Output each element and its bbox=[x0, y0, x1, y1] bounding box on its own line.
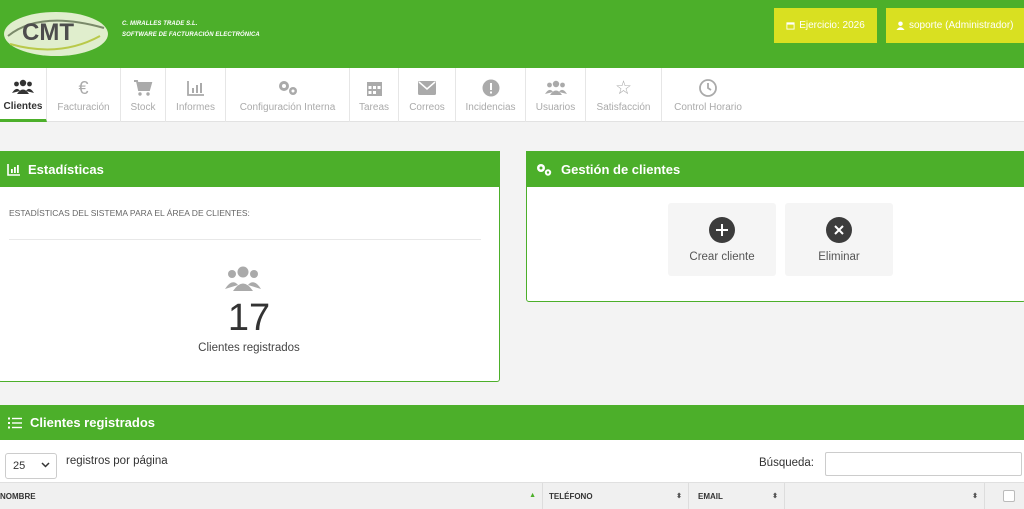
nav-label: Facturación bbox=[57, 102, 110, 113]
nav-tareas[interactable]: Tareas bbox=[350, 68, 399, 122]
cart-icon bbox=[134, 80, 153, 96]
clients-count-label: Clientes registrados bbox=[198, 342, 300, 354]
column-header-nombre[interactable]: NOMBRE ▲ bbox=[0, 483, 542, 509]
nav-label: Usuarios bbox=[535, 102, 576, 113]
company-name: C. MIRALLES TRADE S.L. bbox=[122, 21, 198, 27]
divider bbox=[9, 239, 481, 240]
select-all-checkbox[interactable] bbox=[1003, 490, 1015, 502]
column-label: EMAIL bbox=[698, 492, 723, 501]
close-icon bbox=[834, 225, 844, 235]
list-icon bbox=[8, 417, 22, 428]
page-length-select[interactable]: 25 bbox=[5, 453, 57, 479]
management-title: Gestión de clientes bbox=[561, 162, 681, 177]
star-icon: ☆ bbox=[614, 77, 633, 99]
sort-icon: ⬍ bbox=[972, 493, 978, 500]
stats-title: Estadísticas bbox=[28, 162, 104, 177]
chart-icon bbox=[7, 163, 20, 176]
stats-subtitle: ESTADÍSTICAS DEL SISTEMA PARA EL ÁREA DE… bbox=[9, 208, 250, 218]
nav-facturacion[interactable]: € Facturación bbox=[47, 68, 121, 122]
nav-label: Control Horario bbox=[674, 102, 742, 113]
client-management-panel: Gestión de clientes Crear cliente Elimin… bbox=[526, 151, 1024, 302]
management-panel-header: Gestión de clientes bbox=[527, 152, 1024, 187]
create-client-label: Crear cliente bbox=[689, 251, 755, 263]
column-label: TELÉFONO bbox=[549, 492, 593, 501]
chevron-down-icon bbox=[41, 462, 50, 468]
search-input[interactable] bbox=[825, 452, 1022, 476]
nav-label: Clientes bbox=[3, 100, 43, 112]
delete-client-label: Eliminar bbox=[818, 251, 860, 263]
envelope-icon bbox=[418, 81, 436, 95]
chart-icon bbox=[186, 81, 204, 96]
table-header: NOMBRE ▲ TELÉFONO ⬍ EMAIL ⬍ ⬍ bbox=[0, 482, 1024, 509]
plus-icon bbox=[716, 224, 728, 236]
search-label: Búsqueda: bbox=[759, 457, 814, 469]
company-tagline: SOFTWARE DE FACTURACIÓN ELECTRÓNICA bbox=[122, 32, 260, 38]
list-panel-header: Clientes registrados bbox=[0, 405, 1024, 440]
users-icon bbox=[12, 79, 34, 94]
nav-label: Incidencias bbox=[465, 102, 516, 113]
sort-asc-icon: ▲ bbox=[529, 492, 536, 499]
cmt-logo[interactable]: CMT bbox=[0, 6, 112, 60]
nav-informes[interactable]: Informes bbox=[166, 68, 226, 122]
gears-icon bbox=[537, 163, 552, 176]
nav-label: Stock bbox=[130, 102, 156, 113]
svg-text:CMT: CMT bbox=[22, 19, 74, 46]
ejercicio-label: Ejercicio: 2026 bbox=[799, 20, 865, 31]
main-nav: Clientes € Facturación Stock Informes Co… bbox=[0, 68, 1024, 122]
ejercicio-button[interactable]: Ejercicio: 2026 bbox=[774, 8, 877, 43]
clients-count: 17 bbox=[227, 297, 271, 339]
gears-icon bbox=[278, 81, 297, 95]
column-label: NOMBRE bbox=[0, 492, 36, 501]
nav-correos[interactable]: Correos bbox=[399, 68, 456, 122]
euro-icon: € bbox=[78, 77, 89, 98]
clock-icon bbox=[699, 79, 717, 97]
company-info: C. MIRALLES TRADE S.L. SOFTWARE DE FACTU… bbox=[122, 19, 260, 41]
delete-client-button[interactable]: Eliminar bbox=[785, 203, 893, 276]
stats-panel: Estadísticas ESTADÍSTICAS DEL SISTEMA PA… bbox=[0, 151, 500, 382]
column-header-extra[interactable]: ⬍ bbox=[784, 483, 984, 509]
user-label: soporte (Administrador) bbox=[909, 20, 1014, 31]
nav-stock[interactable]: Stock bbox=[121, 68, 166, 122]
top-header: CMT C. MIRALLES TRADE S.L. SOFTWARE DE F… bbox=[0, 0, 1024, 68]
nav-label: Correos bbox=[409, 102, 445, 113]
column-header-email[interactable]: EMAIL ⬍ bbox=[688, 483, 784, 509]
nav-usuarios[interactable]: Usuarios bbox=[526, 68, 586, 122]
nav-label: Tareas bbox=[358, 102, 389, 113]
stats-panel-header: Estadísticas bbox=[0, 152, 499, 187]
calendar-icon bbox=[786, 22, 795, 30]
list-title: Clientes registrados bbox=[30, 415, 155, 430]
nav-label: Satisfacción bbox=[596, 102, 651, 113]
page-length-value: 25 bbox=[13, 460, 26, 472]
create-client-button[interactable]: Crear cliente bbox=[668, 203, 776, 276]
alert-icon bbox=[482, 79, 499, 97]
page-length-suffix: registros por página bbox=[66, 455, 168, 467]
nav-configuracion[interactable]: Configuración Interna bbox=[226, 68, 350, 122]
sort-icon: ⬍ bbox=[772, 493, 778, 500]
nav-clientes[interactable]: Clientes bbox=[0, 68, 47, 122]
nav-label: Informes bbox=[176, 102, 215, 113]
column-header-telefono[interactable]: TELÉFONO ⬍ bbox=[542, 483, 688, 509]
sort-icon: ⬍ bbox=[676, 493, 682, 500]
users-icon bbox=[225, 266, 261, 291]
user-icon bbox=[896, 21, 905, 30]
nav-label: Configuración Interna bbox=[239, 102, 336, 113]
calendar-icon bbox=[366, 81, 382, 96]
users-icon bbox=[544, 80, 567, 95]
user-menu-button[interactable]: soporte (Administrador) bbox=[886, 8, 1024, 43]
nav-incidencias[interactable]: Incidencias bbox=[456, 68, 526, 122]
nav-satisfaccion[interactable]: ☆ Satisfacción bbox=[586, 68, 662, 122]
nav-control-horario[interactable]: Control Horario bbox=[662, 68, 754, 122]
